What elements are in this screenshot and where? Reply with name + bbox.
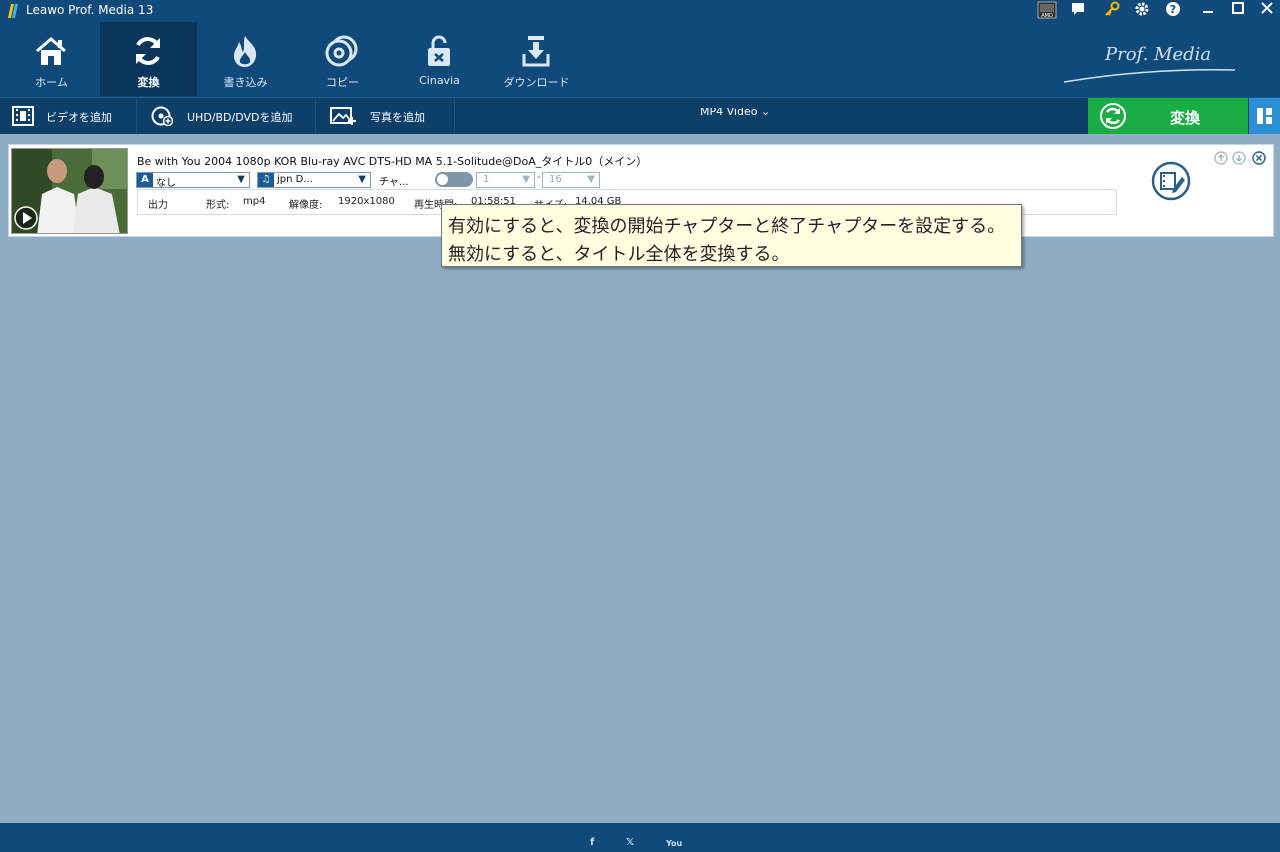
svg-text:?: ?: [1170, 3, 1176, 16]
resolution-value: 1920x1080: [338, 196, 395, 207]
subtitle-value: なし: [156, 178, 176, 189]
add-photo-button[interactable]: 写真を追加: [316, 98, 455, 134]
item-title: Be with You 2004 1080p KOR Blu-ray AVC D…: [137, 155, 648, 168]
audio-value: jpn D...: [277, 174, 313, 185]
nav-download[interactable]: ダウンロード: [488, 22, 585, 96]
add-disc-label: UHD/BD/DVDを追加: [187, 111, 293, 124]
nav-burn[interactable]: 書き込み: [197, 22, 294, 96]
toolbar: ビデオを追加 UHD/BD/DVDを追加 写真を追加 MP4 Video ⌄ 変: [0, 97, 1280, 134]
chapter-toggle-tooltip: 有効にすると、変換の開始チャプターと終了チャプターを設定する。 無効にすると、タ…: [441, 204, 1022, 267]
subtitle-select[interactable]: A なし ▼: [136, 172, 250, 189]
help-icon[interactable]: ?: [1162, 1, 1184, 21]
nav-convert-label: 変換: [137, 76, 160, 89]
move-up-icon[interactable]: [1214, 151, 1228, 165]
tooltip-line-1: 有効にすると、変換の開始チャプターと終了チャプターを設定する。: [448, 216, 1006, 237]
svg-text:AMD: AMD: [1041, 13, 1053, 19]
unlock-icon: [428, 35, 450, 66]
title-bar: Leawo Prof. Media 13 AMD ?: [0, 0, 1280, 22]
format-value: mp4: [243, 196, 266, 207]
tooltip-line-2: 無効にすると、タイトル全体を変換する。: [448, 244, 790, 265]
convert-icon: [136, 37, 160, 65]
subtitle-icon: A: [137, 173, 153, 187]
panel-layout-icon: [1257, 108, 1272, 124]
remove-icon[interactable]: [1252, 151, 1266, 165]
burn-icon: [234, 36, 257, 67]
move-down-icon[interactable]: [1232, 151, 1246, 165]
footer-bar: f 𝕏 You: [0, 823, 1280, 852]
gear-icon[interactable]: [1131, 1, 1153, 21]
film-strip-icon: [12, 106, 34, 126]
output-format-selector[interactable]: MP4 Video ⌄: [700, 108, 770, 118]
nav-burn-label: 書き込み: [223, 76, 268, 89]
add-disc-button[interactable]: UHD/BD/DVDを追加: [137, 98, 316, 134]
nav-download-label: ダウンロード: [503, 76, 570, 89]
chat-icon[interactable]: [1067, 1, 1089, 21]
chapter-range-toggle[interactable]: [435, 172, 473, 187]
chevron-down-icon: ▼: [522, 174, 530, 185]
chevron-down-icon: ▼: [358, 174, 366, 185]
convert-icon: [1100, 103, 1126, 129]
brand-text: Prof. Media: [1104, 44, 1211, 65]
chapter-end-value: 16: [549, 174, 562, 185]
range-separator: -: [537, 172, 541, 183]
chevron-down-icon: ⌄: [760, 108, 771, 118]
brand-logo: Prof. Media: [1063, 44, 1236, 83]
facebook-icon[interactable]: f: [590, 837, 594, 848]
chapter-start-value: 1: [483, 174, 490, 185]
youtube-icon[interactable]: You: [666, 839, 682, 848]
chapter-label: チャ...: [379, 177, 409, 188]
nav-copy[interactable]: コピー: [294, 22, 391, 96]
add-photo-label: 写真を追加: [370, 111, 425, 124]
nav-cinavia[interactable]: Cinavia: [391, 22, 488, 96]
minimize-icon[interactable]: [1197, 1, 1219, 21]
main-nav: ホーム 変換 書き込み コピー Cinavia ダウンロード Prof. Med…: [0, 22, 1280, 97]
disc-add-icon: [151, 106, 173, 126]
nav-home-label: ホーム: [35, 76, 68, 89]
output-label: 出力: [148, 200, 168, 211]
chevron-down-icon: ▼: [587, 174, 595, 185]
edit-video-icon[interactable]: [1151, 161, 1191, 201]
chapter-end-select[interactable]: 16 ▼: [542, 172, 600, 188]
photo-add-icon: [330, 107, 356, 125]
chevron-down-icon: ▼: [237, 174, 245, 185]
nav-copy-label: コピー: [326, 76, 359, 89]
convert-button[interactable]: 変換: [1088, 98, 1248, 134]
close-icon[interactable]: [1256, 1, 1278, 21]
convert-button-label: 変換: [1170, 109, 1201, 127]
copy-disc-icon: [325, 35, 358, 67]
maximize-icon[interactable]: [1227, 1, 1249, 21]
music-note-icon: ♫: [258, 173, 274, 187]
home-icon: [36, 37, 66, 65]
format-label: 形式:: [206, 200, 230, 211]
toggle-panel-button[interactable]: [1249, 98, 1280, 134]
chapter-start-select[interactable]: 1 ▼: [476, 172, 535, 188]
audio-select[interactable]: ♫ jpn D... ▼: [257, 172, 371, 188]
add-video-label: ビデオを追加: [46, 111, 112, 124]
output-format-value: MP4 Video: [700, 108, 758, 118]
nav-home[interactable]: ホーム: [3, 22, 100, 96]
resolution-label: 解像度:: [289, 200, 323, 211]
add-video-button[interactable]: ビデオを追加: [0, 98, 137, 134]
nav-convert[interactable]: 変換: [100, 22, 197, 96]
key-icon[interactable]: [1101, 1, 1123, 21]
nav-cinavia-label: Cinavia: [419, 74, 460, 87]
download-icon: [522, 36, 550, 67]
video-thumbnail[interactable]: [11, 148, 128, 234]
x-icon[interactable]: 𝕏: [626, 837, 634, 848]
app-logo-icon: [8, 4, 18, 18]
toggle-knob: [437, 174, 448, 185]
window-title: Leawo Prof. Media 13: [26, 3, 154, 17]
amd-icon[interactable]: AMD: [1036, 1, 1058, 21]
